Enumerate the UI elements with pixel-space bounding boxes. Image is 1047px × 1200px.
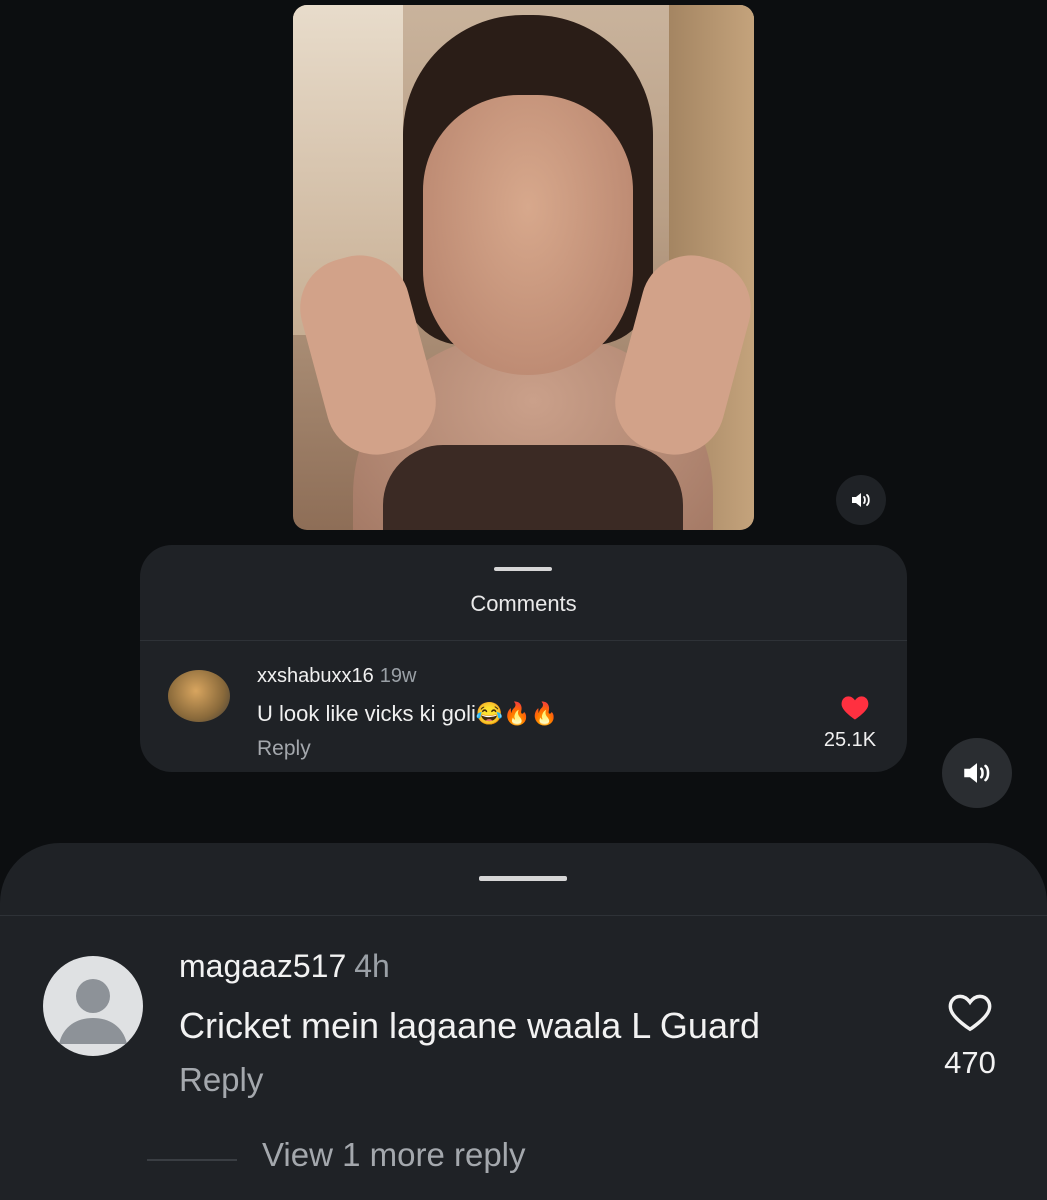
username[interactable]: xxshabuxx16 xyxy=(257,665,374,687)
mute-button-small[interactable] xyxy=(836,475,886,525)
reply-button[interactable]: Reply xyxy=(257,737,311,761)
comment-time: 19w xyxy=(379,665,417,687)
thread-line xyxy=(147,1159,237,1161)
like-count: 470 xyxy=(944,1045,996,1080)
like-count: 25.1K xyxy=(823,729,877,751)
video-person-face xyxy=(423,95,633,375)
divider xyxy=(140,640,907,641)
reply-button[interactable]: Reply xyxy=(179,1061,263,1099)
mute-button[interactable] xyxy=(942,738,1012,808)
comment-text: Cricket mein lagaane waala L Guard xyxy=(179,1005,760,1046)
divider xyxy=(0,915,1047,916)
video-player[interactable] xyxy=(293,5,754,530)
avatar[interactable] xyxy=(43,956,143,1056)
comments-title: Comments xyxy=(470,591,577,616)
default-avatar-icon xyxy=(59,979,127,1044)
username[interactable]: magaaz517 xyxy=(179,948,346,984)
avatar[interactable] xyxy=(168,670,230,722)
comment-text: U look like vicks ki goli😂🔥🔥 xyxy=(257,701,559,726)
video-person-top xyxy=(383,445,683,530)
speaker-muted-icon xyxy=(852,493,870,507)
heart-outline-icon[interactable] xyxy=(947,991,993,1033)
comments-card: Comments xxshabuxx16 19w U look like vick… xyxy=(140,545,907,772)
speaker-muted-icon xyxy=(964,763,990,783)
view-more-replies-button[interactable]: View 1 more reply xyxy=(262,1136,526,1174)
comments-sheet: magaaz517 4h Cricket mein lagaane waala L… xyxy=(0,843,1047,1200)
drag-handle[interactable] xyxy=(494,567,552,571)
comment-header: xxshabuxx16 19w xyxy=(257,665,416,688)
drag-handle[interactable] xyxy=(479,876,567,881)
heart-filled-icon[interactable] xyxy=(840,693,870,721)
comment-header: magaaz517 4h xyxy=(179,948,390,985)
comment-time: 4h xyxy=(354,948,390,984)
